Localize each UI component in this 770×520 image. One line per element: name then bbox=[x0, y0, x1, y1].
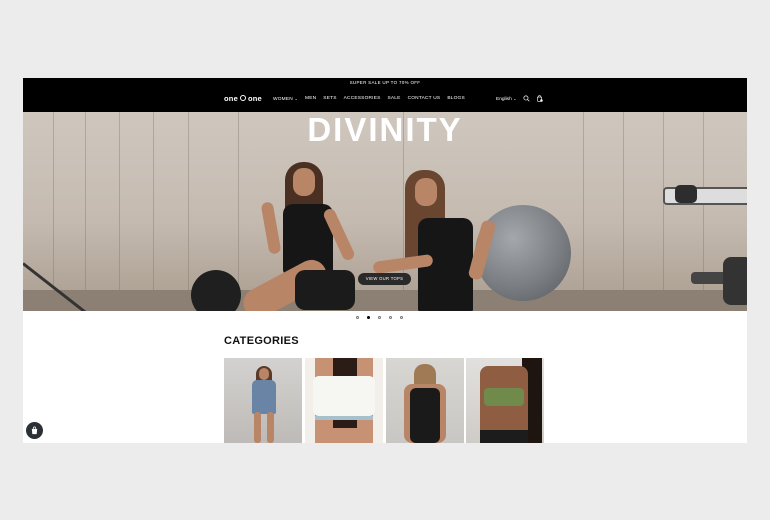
weight-plate bbox=[191, 270, 241, 311]
view-tops-button[interactable]: VIEW OUR TOPS bbox=[358, 273, 411, 285]
shopping-bag-icon bbox=[31, 426, 38, 435]
slide-dot-4[interactable] bbox=[389, 316, 392, 319]
nav-item-women[interactable]: WOMEN ⌄ bbox=[273, 96, 298, 102]
hero-model-right bbox=[363, 170, 523, 311]
nav-item-blogs[interactable]: BLOGS bbox=[447, 96, 465, 102]
logo-text-right: one bbox=[247, 94, 262, 103]
language-selector[interactable]: English ⌄ bbox=[496, 96, 516, 102]
nav-label: WOMEN bbox=[273, 97, 293, 102]
hero-title: DIVINITY bbox=[307, 112, 463, 148]
slide-dot-5[interactable] bbox=[400, 316, 403, 319]
site-logo[interactable]: one one bbox=[224, 94, 262, 103]
nav-item-men[interactable]: MEN bbox=[305, 96, 316, 102]
category-tile-sets[interactable] bbox=[466, 358, 544, 443]
category-tile-dresses[interactable] bbox=[224, 358, 302, 443]
chevron-down-icon: ⌄ bbox=[513, 96, 517, 101]
search-icon[interactable] bbox=[523, 95, 530, 102]
slide-dot-1[interactable] bbox=[356, 316, 359, 319]
store-page: SUPER SALE UP TO 70% OFF one one WOMEN ⌄… bbox=[23, 78, 747, 443]
slideshow-dots bbox=[356, 316, 403, 319]
logo-ring-icon bbox=[239, 95, 246, 101]
category-tile-tops-white[interactable] bbox=[305, 358, 383, 443]
slide-dot-3[interactable] bbox=[378, 316, 381, 319]
gym-machine-weight bbox=[723, 257, 747, 305]
categories-heading: CATEGORIES bbox=[224, 335, 299, 347]
slide-dot-2[interactable] bbox=[367, 316, 370, 319]
logo-text-left: one bbox=[224, 94, 238, 103]
gym-machine-pad bbox=[675, 185, 697, 203]
announcement-bar: SUPER SALE UP TO 70% OFF bbox=[23, 78, 747, 87]
main-nav: WOMEN ⌄ MEN SETS ACCESSORIES SALE CONTAC… bbox=[273, 96, 465, 102]
shopping-bag-icon[interactable] bbox=[536, 95, 543, 102]
nav-item-contact-us[interactable]: CONTACT US bbox=[408, 96, 441, 102]
nav-item-sale[interactable]: SALE bbox=[388, 96, 401, 102]
nav-item-sets[interactable]: SETS bbox=[323, 96, 336, 102]
site-header: one one WOMEN ⌄ MEN SETS ACCESSORIES SAL… bbox=[23, 87, 747, 112]
hero-banner[interactable]: DIVINITY VIEW OUR TOPS bbox=[23, 112, 747, 311]
category-tile-tops-black[interactable] bbox=[386, 358, 464, 443]
shopify-chat-icon[interactable] bbox=[26, 422, 43, 439]
chevron-down-icon: ⌄ bbox=[294, 96, 299, 101]
language-label: English bbox=[496, 97, 512, 102]
nav-item-accessories[interactable]: ACCESSORIES bbox=[344, 96, 381, 102]
